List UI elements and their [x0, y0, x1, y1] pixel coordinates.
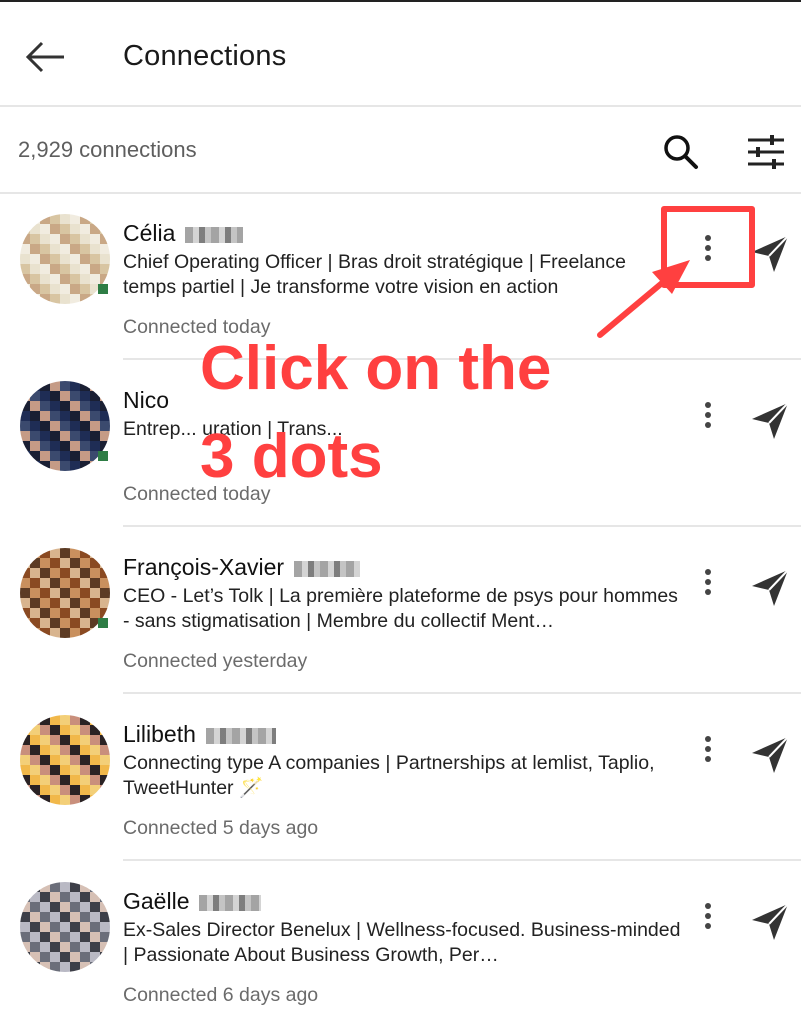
connection-name[interactable]: Lilibeth: [123, 721, 276, 748]
annotation-line-1: Click on the: [200, 334, 552, 403]
row-divider: [123, 692, 801, 694]
search-icon[interactable]: [660, 131, 702, 173]
connection-first-name: François-Xavier: [123, 554, 285, 580]
connected-time: Connected 5 days ago: [123, 817, 319, 839]
annotation-callout: Click on the 3 dots: [200, 325, 551, 501]
more-options-icon[interactable]: [690, 896, 726, 940]
connections-toolbar: 2,929 connections: [0, 107, 801, 194]
row-divider: [123, 525, 801, 527]
annotation-arrow-icon: [597, 260, 690, 338]
connection-first-name: Célia: [123, 220, 176, 246]
connection-name[interactable]: François-Xavier: [123, 554, 361, 581]
connection-first-name: Lilibeth: [123, 721, 196, 747]
connection-row[interactable]: Lilibeth Connecting type A companies | P…: [0, 695, 801, 861]
connection-headline: CEO - Let’s Tolk | La première plateform…: [123, 585, 678, 632]
redacted-last-name: [205, 727, 276, 744]
send-message-icon[interactable]: [748, 399, 792, 443]
more-options-icon[interactable]: [690, 562, 726, 606]
online-status-indicator: [98, 284, 108, 294]
send-message-icon[interactable]: [748, 900, 792, 944]
online-status-indicator: [98, 618, 108, 628]
row-divider: [123, 859, 801, 861]
connection-row[interactable]: Gaëlle Ex-Sales Director Benelux | Welln…: [0, 862, 801, 1028]
connection-name[interactable]: Gaëlle: [123, 888, 262, 915]
avatar[interactable]: [20, 882, 110, 972]
connection-first-name: Gaëlle: [123, 888, 190, 914]
more-options-icon[interactable]: [690, 729, 726, 773]
connection-row[interactable]: François-Xavier CEO - Let’s Tolk | La pr…: [0, 528, 801, 694]
connection-count: 2,929 connections: [18, 137, 197, 162]
avatar[interactable]: [20, 715, 110, 805]
connected-time: Connected 6 days ago: [123, 984, 319, 1006]
send-message-icon[interactable]: [748, 566, 792, 610]
more-options-icon[interactable]: [690, 395, 726, 439]
connection-headline: Ex-Sales Director Benelux | Wellness-foc…: [123, 919, 681, 966]
connection-name[interactable]: Nico: [123, 387, 169, 414]
avatar[interactable]: [20, 214, 110, 304]
connection-first-name: Nico: [123, 387, 170, 413]
redacted-last-name: [185, 226, 244, 243]
page-title: Connections: [123, 40, 287, 72]
filter-sliders-icon[interactable]: [744, 132, 788, 172]
avatar[interactable]: [20, 548, 110, 638]
online-status-indicator: [98, 451, 108, 461]
back-arrow-icon[interactable]: [22, 36, 70, 80]
connection-name[interactable]: Célia: [123, 220, 244, 247]
connected-time: Connected yesterday: [123, 650, 308, 672]
send-message-icon[interactable]: [748, 733, 792, 777]
redacted-last-name: [199, 894, 262, 911]
annotation-line-2: 3 dots: [200, 422, 383, 491]
avatar[interactable]: [20, 381, 110, 471]
connection-headline: Connecting type A companies | Partnershi…: [123, 752, 655, 799]
app-header: Connections: [0, 2, 801, 107]
redacted-last-name: [294, 560, 361, 577]
